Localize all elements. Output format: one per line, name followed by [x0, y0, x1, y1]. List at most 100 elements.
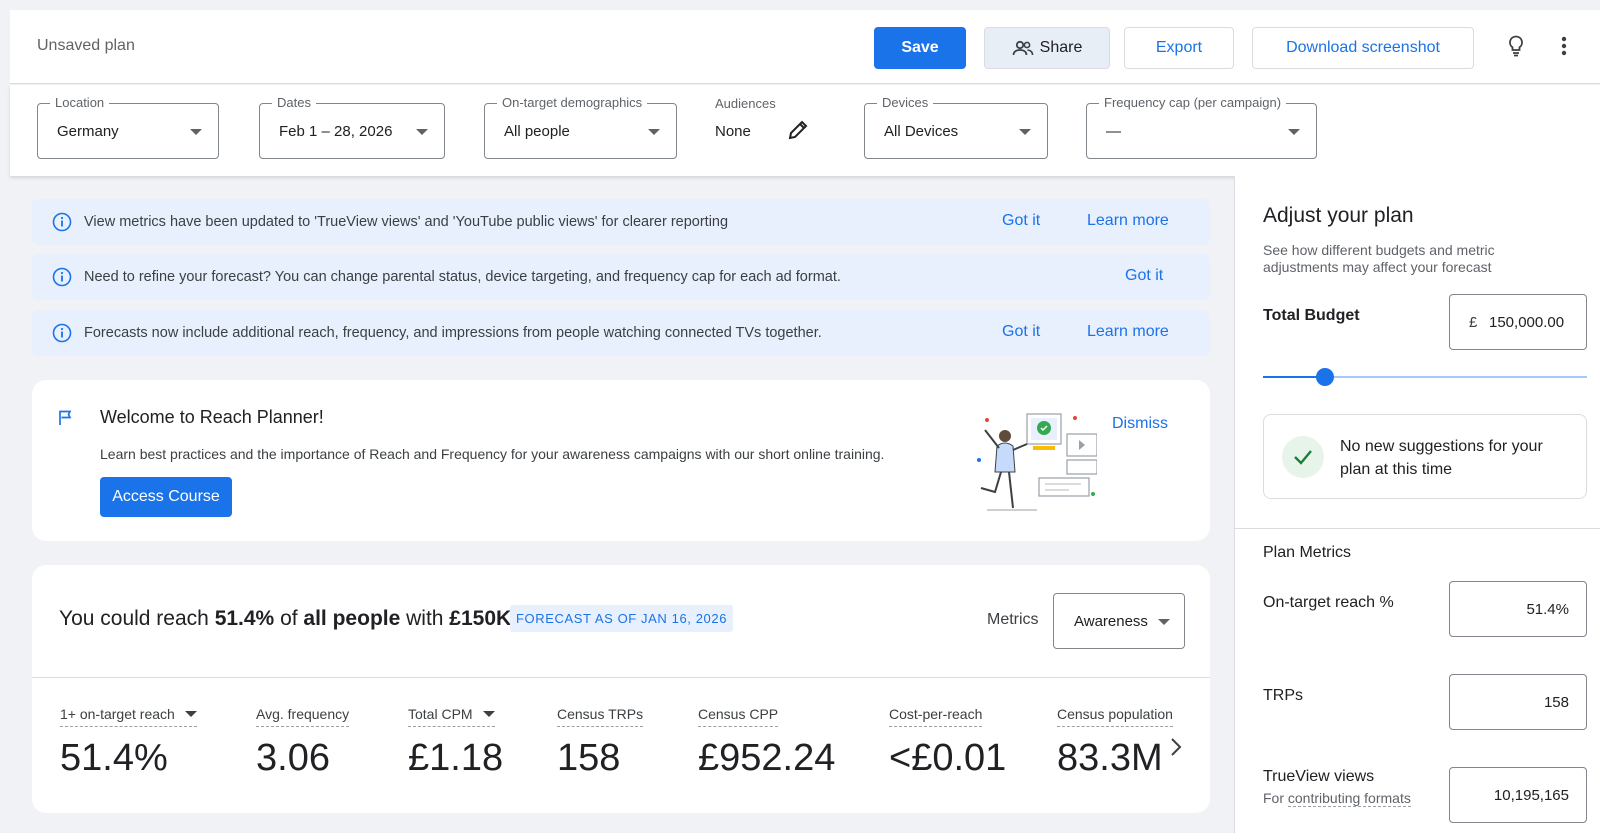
budget-value: 150,000.00 — [1489, 314, 1565, 331]
banner-text: Forecasts now include additional reach, … — [84, 325, 822, 341]
suggestion-text: No new suggestions for your plan at this… — [1340, 438, 1543, 478]
info-icon — [52, 267, 72, 287]
summary-card: You could reach 51.4% of all people with… — [32, 565, 1210, 813]
forecast-date-chip: FORECAST AS OF JAN 16, 2026 — [510, 605, 734, 632]
reach-percent-label: On-target reach % — [1263, 594, 1394, 611]
info-banner: View metrics have been updated to 'TrueV… — [32, 199, 1210, 245]
people-icon — [1012, 40, 1033, 56]
download-screenshot-button[interactable]: Download screenshot — [1252, 27, 1474, 69]
learn-more-link[interactable]: Learn more — [1087, 212, 1169, 230]
stat-value: £1.18 — [408, 737, 504, 779]
welcome-card: Welcome to Reach Planner! Learn best pra… — [32, 380, 1210, 541]
stat-census-trps: Census TRPs 158 — [557, 706, 644, 780]
demographics-select[interactable]: On-target demographics All people — [484, 95, 677, 159]
check-icon — [1282, 436, 1324, 478]
devices-label: Devices — [877, 95, 934, 110]
plan-title: Unsaved plan — [37, 37, 135, 54]
contributing-formats-link[interactable]: contributing formats — [1287, 790, 1411, 807]
headline-reach: 51.4% — [214, 607, 275, 630]
trueview-sub-prefix: For — [1263, 790, 1288, 806]
dates-select[interactable]: Dates Feb 1 – 28, 2026 — [259, 95, 445, 159]
save-button[interactable]: Save — [874, 27, 966, 69]
total-budget-input[interactable]: £ 150,000.00 — [1449, 294, 1587, 350]
slider-thumb[interactable] — [1315, 368, 1334, 386]
frequency-cap-select[interactable]: Frequency cap (per campaign) — — [1086, 95, 1317, 159]
location-select[interactable]: Location Germany — [37, 95, 219, 159]
divider — [32, 677, 1210, 678]
stat-label: Cost-per-reach — [889, 706, 983, 722]
audiences-value: None — [715, 123, 751, 140]
headline-of: of — [274, 607, 304, 630]
banner-text: Need to refine your forecast? You can ch… — [84, 269, 841, 285]
export-button[interactable]: Export — [1124, 27, 1234, 69]
stat-cost-per-reach: Cost-per-reach <£0.01 — [889, 706, 1006, 780]
currency-symbol: £ — [1469, 314, 1478, 331]
dates-value: Feb 1 – 28, 2026 — [279, 123, 393, 140]
metrics-select[interactable]: Awareness — [1053, 593, 1185, 649]
access-course-button[interactable]: Access Course — [100, 477, 232, 517]
filter-bar: Location Germany Dates Feb 1 – 28, 2026 … — [10, 85, 1600, 176]
headline-with: with — [400, 607, 450, 630]
demographics-label: On-target demographics — [497, 95, 648, 110]
welcome-text: Learn best practices and the importance … — [100, 446, 885, 462]
stat-census-population: Census population 83.3M — [1057, 706, 1185, 780]
header-bar: Unsaved plan Save Share Export Download … — [10, 10, 1600, 84]
audiences-label: Audiences — [715, 96, 776, 111]
reach-percent-input[interactable]: 51.4% — [1449, 581, 1587, 637]
got-it-link[interactable]: Got it — [1002, 212, 1040, 230]
frequency-cap-value: — — [1106, 123, 1121, 140]
metrics-value: Awareness — [1074, 613, 1148, 630]
stat-value: 51.4% — [60, 737, 168, 779]
info-icon — [52, 212, 72, 232]
lightbulb-icon[interactable] — [1508, 35, 1524, 57]
stat-value: <£0.01 — [889, 737, 1007, 779]
trps-value: 158 — [1543, 694, 1569, 711]
dropdown-arrow-icon — [190, 129, 202, 135]
trueview-views-label: TrueView views — [1263, 768, 1375, 785]
budget-slider[interactable] — [1263, 368, 1587, 386]
info-banner: Forecasts now include additional reach, … — [32, 310, 1210, 356]
chevron-right-icon[interactable] — [1170, 737, 1182, 757]
adjust-plan-panel: Adjust your plan See how different budge… — [1234, 176, 1600, 833]
got-it-link[interactable]: Got it — [1125, 267, 1163, 285]
share-button[interactable]: Share — [984, 27, 1110, 69]
flag-icon — [59, 410, 72, 425]
location-value: Germany — [57, 123, 119, 140]
headline-prefix: You could reach — [59, 607, 215, 630]
dismiss-link[interactable]: Dismiss — [1112, 415, 1168, 433]
banner-text: View metrics have been updated to 'TrueV… — [84, 214, 729, 230]
info-banner: Need to refine your forecast? You can ch… — [32, 254, 1210, 300]
edit-pencil-icon[interactable] — [787, 119, 809, 141]
dates-label: Dates — [272, 95, 316, 110]
stat-reach[interactable]: 1+ on-target reach 51.4% — [60, 706, 197, 780]
dropdown-arrow-icon — [416, 129, 428, 135]
demographics-value: All people — [504, 123, 570, 140]
stat-value: £952.24 — [698, 737, 836, 779]
stat-total-cpm[interactable]: Total CPM £1.18 — [408, 706, 503, 780]
person-illustration — [977, 413, 1097, 511]
trueview-views-value: 10,195,165 — [1493, 787, 1569, 804]
learn-more-link[interactable]: Learn more — [1087, 323, 1169, 341]
welcome-title: Welcome to Reach Planner! — [100, 407, 324, 427]
suggestions-box: No new suggestions for your plan at this… — [1263, 414, 1587, 499]
devices-select[interactable]: Devices All Devices — [864, 95, 1048, 159]
info-icon — [52, 323, 72, 343]
panel-subtitle: See how different budgets and metric adj… — [1263, 242, 1495, 275]
reach-percent-value: 51.4% — [1526, 601, 1569, 618]
stat-value: 3.06 — [256, 737, 330, 779]
location-label: Location — [50, 95, 110, 110]
more-vert-icon[interactable] — [1561, 36, 1567, 56]
stat-label: Total CPM — [408, 706, 473, 722]
stat-value: 83.3M — [1057, 737, 1163, 779]
stat-label: Avg. frequency — [256, 706, 350, 722]
got-it-link[interactable]: Got it — [1002, 323, 1040, 341]
divider — [1235, 528, 1600, 529]
stat-avg-frequency: Avg. frequency 3.06 — [256, 706, 350, 780]
trps-label: TRPs — [1263, 687, 1303, 704]
frequency-cap-label: Frequency cap (per campaign) — [1099, 95, 1287, 110]
stat-label: 1+ on-target reach — [60, 706, 175, 722]
trps-input[interactable]: 158 — [1449, 674, 1587, 730]
stat-label: Census TRPs — [557, 706, 644, 722]
trueview-views-input[interactable]: 10,195,165 — [1449, 767, 1587, 823]
trueview-sub: For contributing formats — [1263, 790, 1411, 807]
